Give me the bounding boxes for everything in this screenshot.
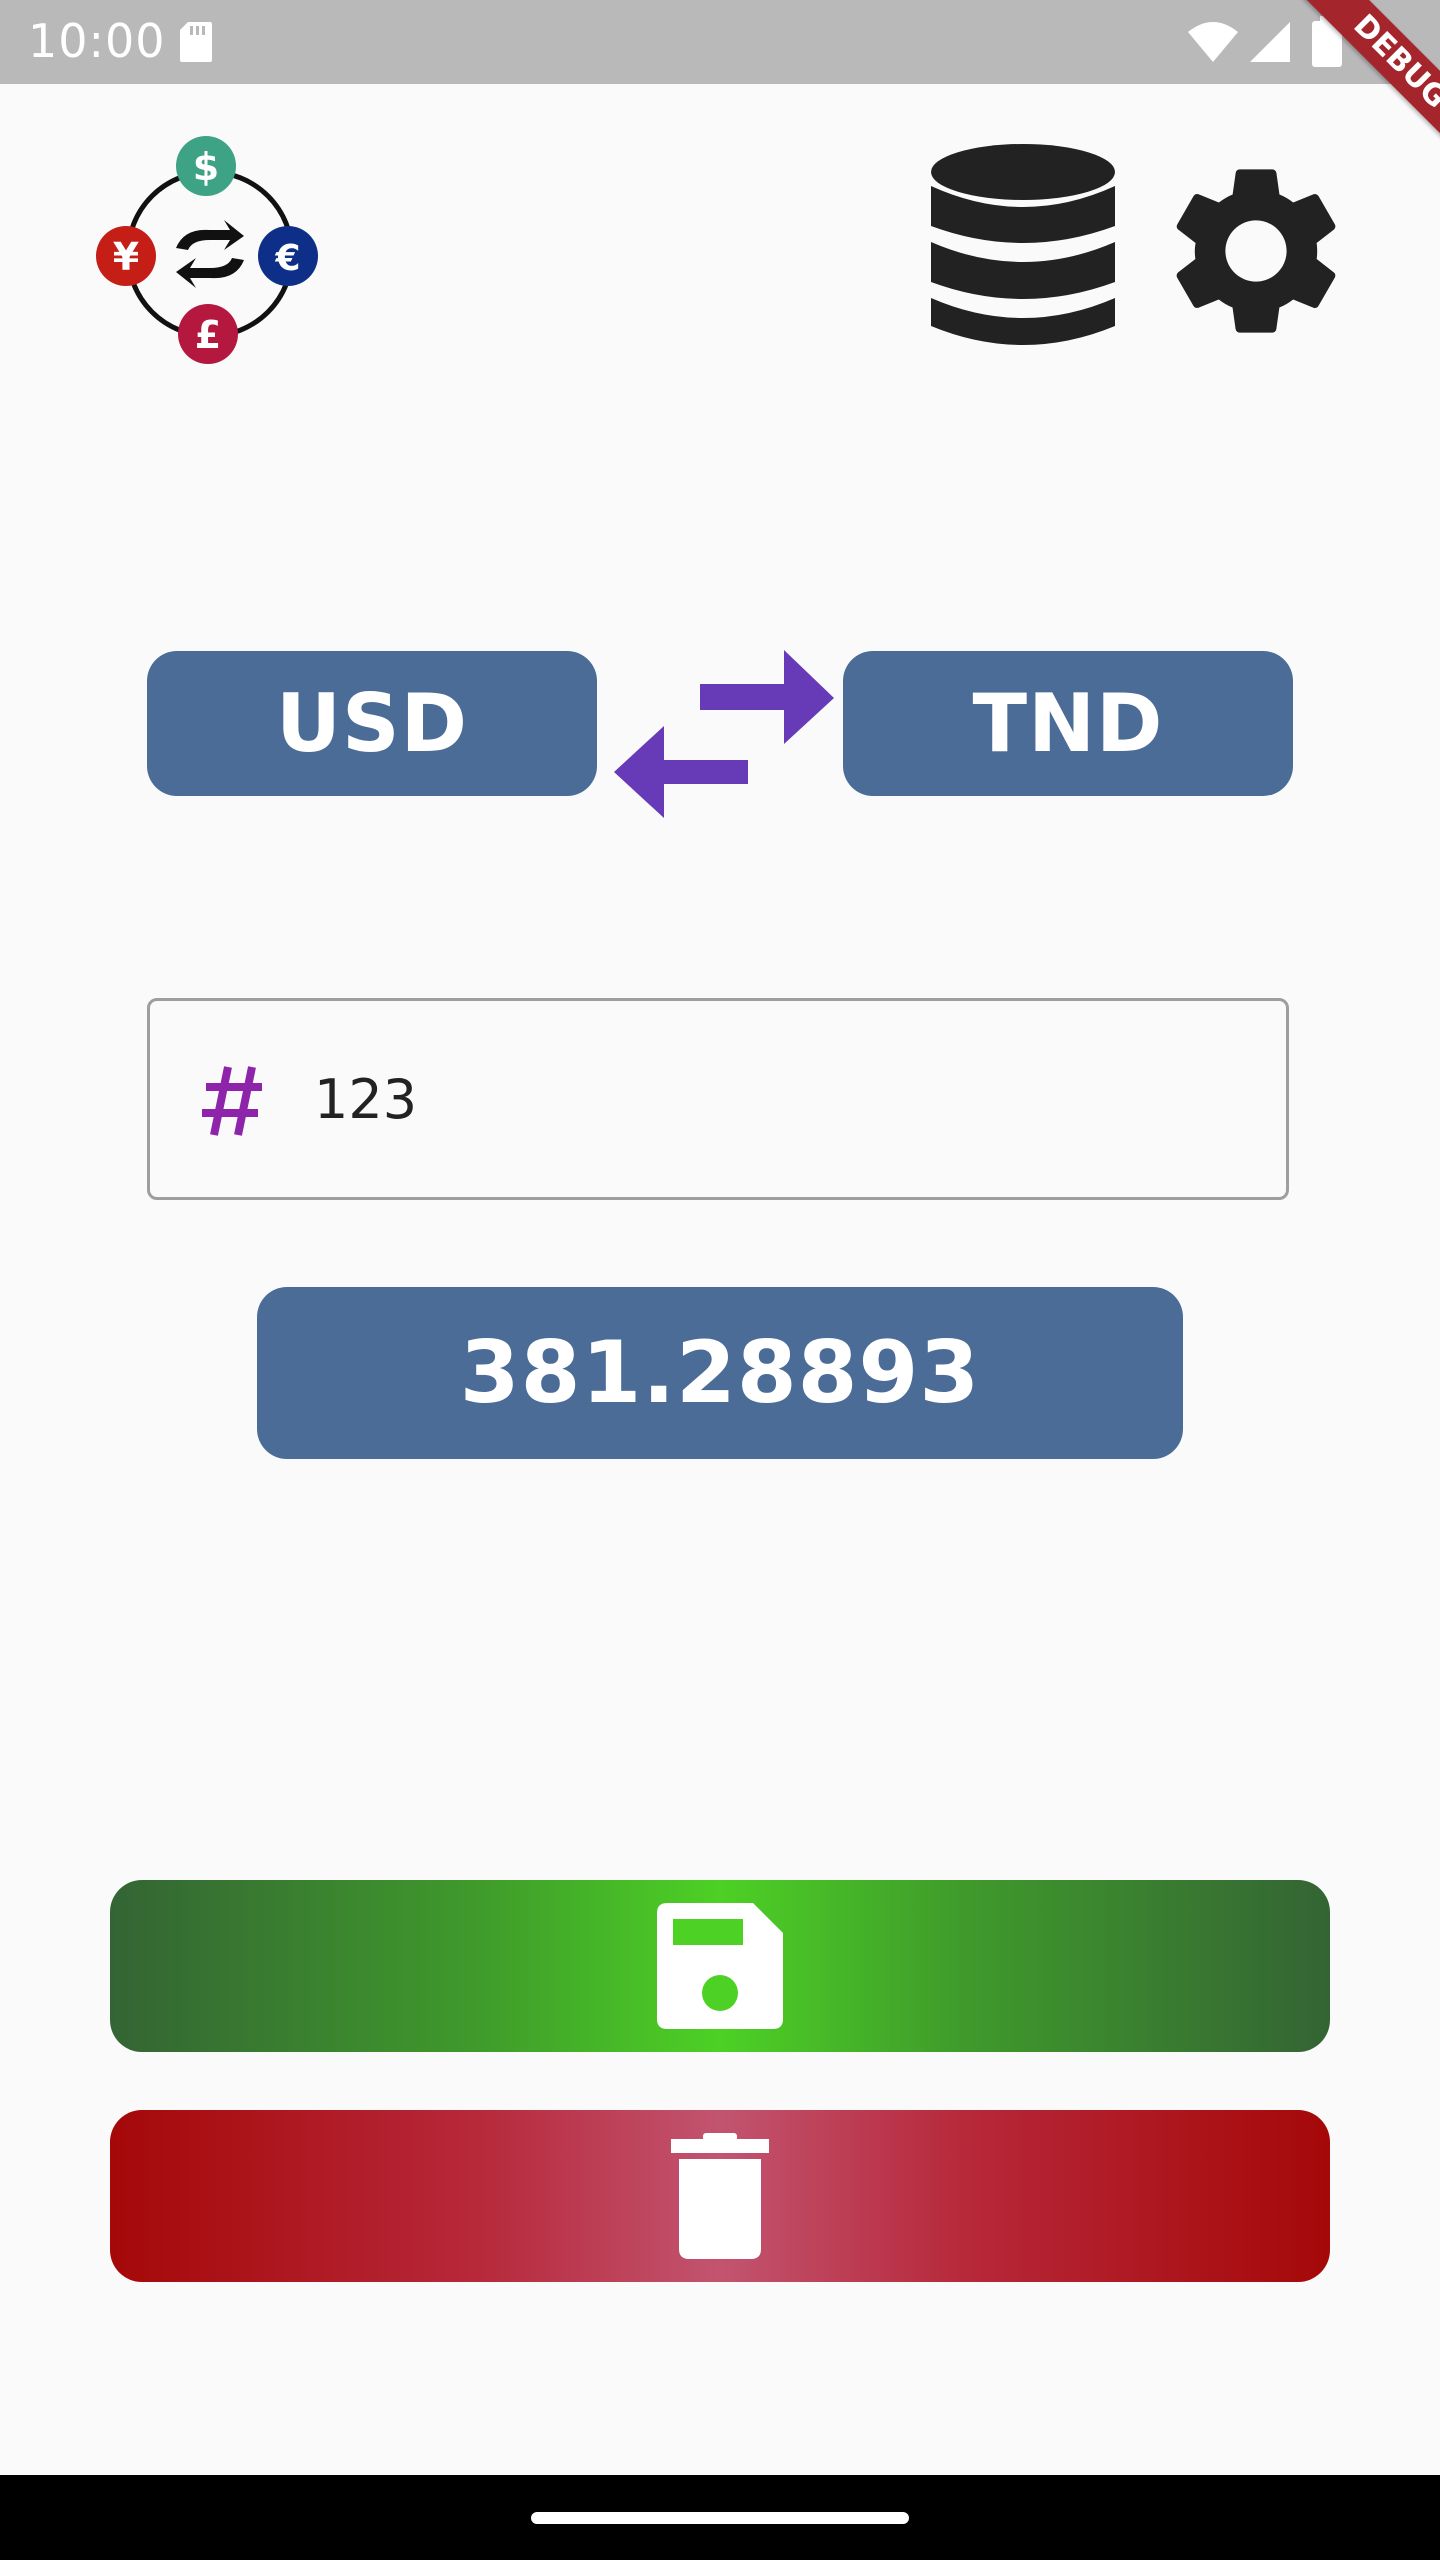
floppy-disk-icon [657,1903,783,2029]
hash-icon [202,1066,262,1136]
svg-text:£: £ [195,313,221,357]
swap-arrows-icon[interactable] [612,646,838,822]
from-currency-button[interactable]: USD [147,651,597,796]
svg-text:€: € [274,238,300,279]
status-bar: 10:00 [0,0,1440,84]
to-currency-button[interactable]: TND [843,651,1293,796]
delete-button[interactable] [110,2110,1330,2282]
conversion-result: 381.28893 [257,1287,1183,1459]
gear-icon[interactable] [1154,146,1358,356]
wifi-icon [1188,22,1238,62]
amount-input[interactable] [314,1061,1214,1137]
currency-exchange-logo-icon: $ ¥ € £ [96,136,318,364]
signal-icon [1250,22,1290,62]
home-indicator[interactable] [531,2512,909,2524]
sd-card-icon [180,22,212,62]
save-button[interactable] [110,1880,1330,2052]
battery-icon [1312,16,1342,67]
svg-text:¥: ¥ [113,235,139,279]
trash-icon [671,2133,769,2259]
database-icon[interactable] [928,142,1118,354]
svg-text:$: $ [193,145,219,189]
navigation-bar [0,2475,1440,2560]
status-time: 10:00 [28,14,166,68]
amount-field[interactable] [147,998,1289,1200]
